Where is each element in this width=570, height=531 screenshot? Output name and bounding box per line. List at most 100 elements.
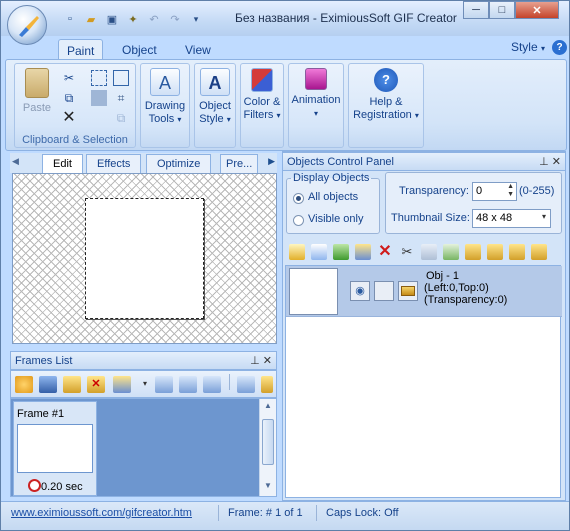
tab-view[interactable]: View <box>177 39 219 60</box>
color-filters-button[interactable]: Color & Filters ▾ <box>241 68 283 122</box>
object-position: (Left:0,Top:0) <box>424 282 489 294</box>
export-icon[interactable] <box>261 376 273 393</box>
clock-icon <box>28 479 41 492</box>
new-icon[interactable]: ▫ <box>61 11 79 27</box>
tab-object[interactable]: Object <box>114 39 165 60</box>
image-frame[interactable] <box>85 198 204 319</box>
help-registration-label-2-text: Registration <box>353 109 412 121</box>
frame-label: Frame #1 <box>17 408 65 420</box>
paste-button[interactable]: Paste <box>19 68 55 115</box>
merge-object-icon[interactable] <box>355 244 371 260</box>
delete-frame-icon[interactable]: ✕ <box>87 376 105 393</box>
chevron-down-icon: ▾ <box>276 111 281 120</box>
close-button[interactable]: ✕ <box>515 1 559 19</box>
send-backward-icon[interactable] <box>487 244 503 260</box>
ocp-header: Objects Control Panel ⊥ ✕ <box>282 152 566 171</box>
scroll-thumb[interactable] <box>262 419 274 465</box>
open-folder-icon[interactable]: ▰ <box>82 11 100 27</box>
edit-frame-icon[interactable] <box>63 376 81 393</box>
lock-toggle[interactable] <box>374 281 394 301</box>
visible-only-label[interactable]: Visible only <box>308 213 363 225</box>
bring-forward-icon[interactable] <box>465 244 481 260</box>
delete-icon[interactable]: ✕ <box>61 110 77 126</box>
thumbnail-size-value: 48 x 48 <box>476 212 513 224</box>
image-object-icon[interactable] <box>333 244 349 260</box>
all-objects-label[interactable]: All objects <box>308 191 358 203</box>
tab-scroll-right-icon[interactable]: ▶ <box>268 156 275 167</box>
frame-item[interactable]: Frame #1 0.20 sec <box>13 401 97 496</box>
thumbnail-size-select[interactable]: 48 x 48 ▾ <box>472 209 551 228</box>
insert-frame-icon[interactable] <box>39 376 57 393</box>
save-icon[interactable]: ▣ <box>103 11 121 27</box>
animation-label: Animation <box>291 94 341 106</box>
maximize-button[interactable]: □ <box>489 1 515 19</box>
redo-icon[interactable]: ↷ <box>166 11 184 27</box>
transparency-input[interactable]: 0 ▲ ▼ <box>472 182 517 201</box>
duplicate-icon[interactable]: ⧉ <box>113 110 129 126</box>
chevron-down-icon[interactable]: ▾ <box>143 379 147 388</box>
frame-delay[interactable]: 0.20 sec <box>28 479 83 493</box>
scroll-up-icon[interactable]: ▲ <box>261 401 275 415</box>
visible-only-radio[interactable] <box>293 215 304 226</box>
import-icon[interactable] <box>237 376 255 393</box>
add-frame-icon[interactable] <box>15 376 33 393</box>
tab-scroll-left-icon[interactable]: ◀ <box>12 156 19 167</box>
crop-icon[interactable]: ⌗ <box>113 90 129 106</box>
move-right-icon[interactable] <box>179 376 197 393</box>
copy-icon[interactable]: ⧉ <box>61 90 77 106</box>
copy-object-icon[interactable] <box>311 244 327 260</box>
select-rect-icon[interactable] <box>91 70 107 86</box>
tab-preview[interactable]: Pre... <box>220 154 259 173</box>
frames-list-title: Frames List <box>15 355 73 367</box>
scroll-down-icon[interactable]: ▼ <box>261 481 275 495</box>
paste-object-icon[interactable] <box>421 244 437 260</box>
crop-object-icon[interactable] <box>443 244 459 260</box>
spin-icon[interactable]: ▲ ▼ <box>507 183 514 199</box>
frames-scrollbar[interactable]: ▲ ▼ <box>259 399 276 496</box>
transparency-range: (0-255) <box>519 185 555 197</box>
window-title: Без названия - EximiousSoft GIF Creator <box>235 11 457 25</box>
caps-lock-status: Caps Lock: Off <box>326 507 399 519</box>
ribbon-tabs: Paint Object View Style ▾ ? <box>1 36 569 60</box>
pin-icon[interactable]: ⊥ ✕ <box>539 155 561 168</box>
tab-effects[interactable]: Effects <box>86 154 142 173</box>
object-row[interactable]: ◉ Obj - 1 (Left:0,Top:0) (Transparency:0… <box>286 266 562 317</box>
cut-object-icon[interactable]: ✂ <box>399 244 415 260</box>
help-registration-group: ? Help & Registration ▾ <box>348 63 424 148</box>
bring-to-front-icon[interactable] <box>509 244 525 260</box>
color-filters-label-1: Color & <box>243 96 281 108</box>
edit-canvas[interactable] <box>12 173 277 344</box>
new-object-icon[interactable] <box>289 244 305 260</box>
website-link[interactable]: www.eximioussoft.com/gifcreator.htm <box>11 507 192 519</box>
delete-object-icon[interactable]: ✕ <box>377 244 393 260</box>
wizard-icon[interactable]: ✦ <box>124 11 142 27</box>
pin-icon[interactable]: ⊥ ✕ <box>250 354 272 367</box>
qat-more-icon[interactable]: ▾ <box>187 11 205 27</box>
cut-icon[interactable]: ✂ <box>61 70 77 86</box>
style-menu[interactable]: Style ▾ <box>511 40 545 54</box>
minimize-button[interactable]: ─ <box>463 1 489 19</box>
tab-paint[interactable]: Paint <box>58 39 104 60</box>
move-left-icon[interactable] <box>155 376 173 393</box>
move-up-icon[interactable] <box>203 376 221 393</box>
drawing-tools-label-1: Drawing <box>144 100 186 112</box>
all-objects-radio[interactable] <box>293 193 304 204</box>
select-all-icon[interactable] <box>91 90 107 106</box>
select-copy-icon[interactable] <box>113 70 129 86</box>
chevron-down-icon: ▾ <box>226 115 231 124</box>
tab-optimize[interactable]: Optimize <box>146 154 212 173</box>
undo-icon[interactable]: ↶ <box>145 11 163 27</box>
object-thumbnail <box>289 268 338 315</box>
frame-properties-icon[interactable] <box>113 376 131 393</box>
tab-edit[interactable]: Edit <box>42 154 83 173</box>
frames-list: Frame #1 0.20 sec ▲ ▼ <box>10 398 277 497</box>
help-icon[interactable]: ? <box>552 40 567 55</box>
drawing-tools-button[interactable]: A Drawing Tools ▾ <box>141 68 189 126</box>
animation-button[interactable]: Animation ▾ <box>289 68 343 120</box>
object-info: Obj - 1 (Left:0,Top:0) (Transparency:0) <box>424 270 507 306</box>
object-style-button[interactable]: A Object Style ▾ <box>195 68 235 126</box>
help-registration-button[interactable]: ? Help & Registration ▾ <box>349 68 423 122</box>
application-menu-button[interactable] <box>7 5 47 45</box>
send-to-back-icon[interactable] <box>531 244 547 260</box>
eye-icon[interactable]: ◉ <box>350 281 370 301</box>
